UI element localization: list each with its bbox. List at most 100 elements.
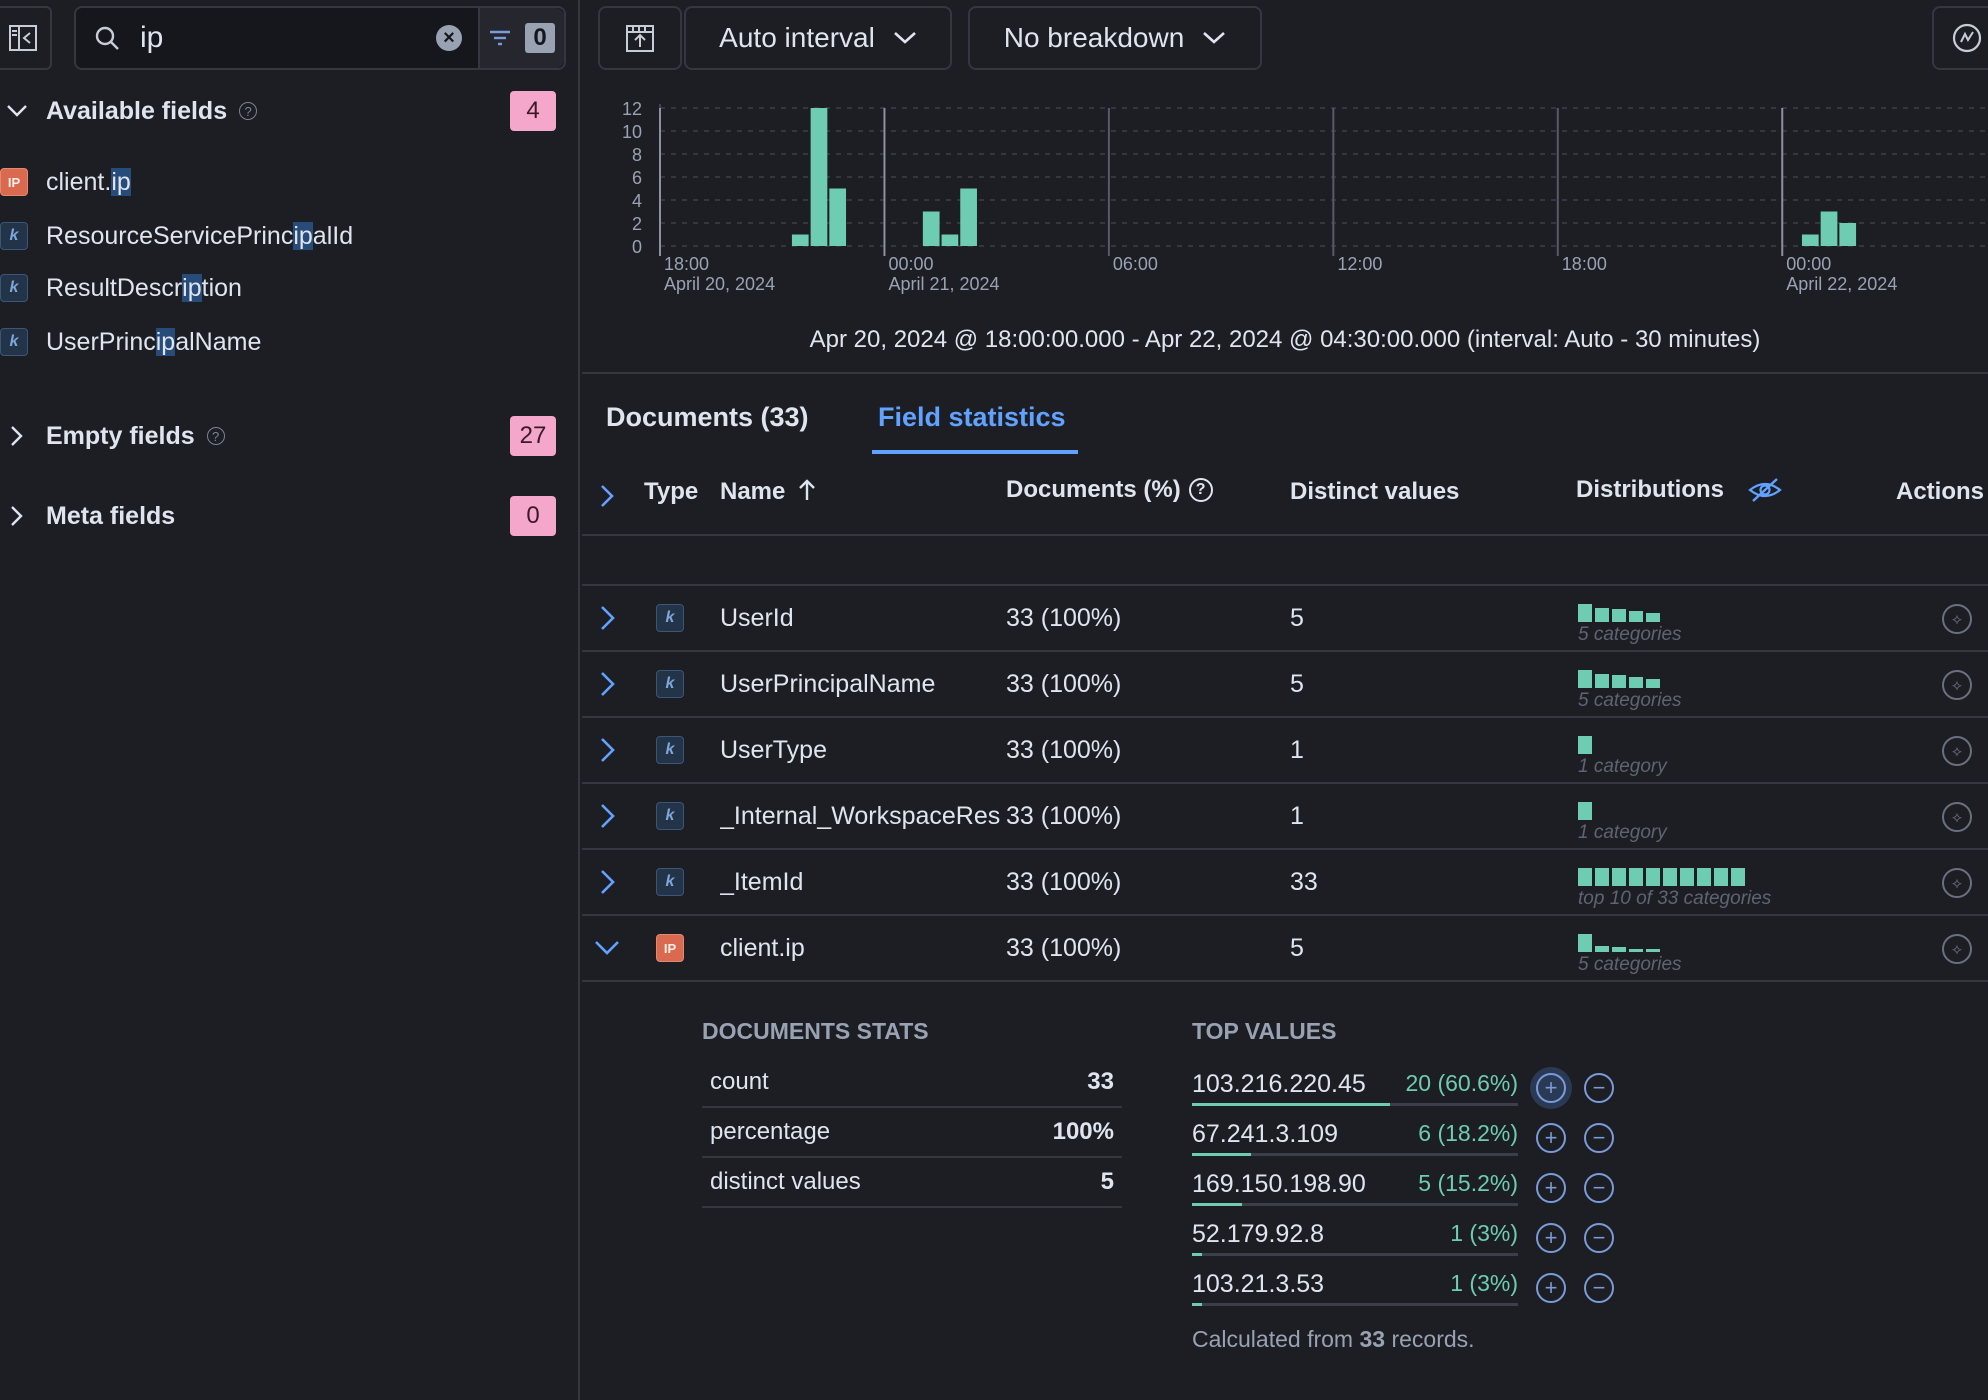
- field-item[interactable]: k UserPrincipalName: [0, 320, 261, 364]
- x-tick-label: 06:00: [1113, 254, 1158, 274]
- top-value: 103.216.220.45: [1192, 1070, 1366, 1098]
- tab-field-statistics[interactable]: Field statistics: [878, 402, 1066, 433]
- distinct-values: 33: [1290, 867, 1318, 896]
- ai-assistant-icon[interactable]: ⟡: [1942, 868, 1972, 898]
- collapse-sidebar-button[interactable]: [0, 6, 52, 70]
- help-icon[interactable]: ?: [206, 427, 225, 445]
- collapse-sidebar-icon: [8, 23, 38, 53]
- stat-label: distinct values: [710, 1168, 861, 1195]
- histogram-bar: [1801, 234, 1819, 246]
- ai-assistant-icon[interactable]: ⟡: [1942, 670, 1972, 700]
- chevron-down-icon: [893, 31, 917, 45]
- keyword-type-icon: k: [656, 802, 684, 830]
- clear-search-icon[interactable]: ×: [436, 25, 462, 51]
- chart-options-button[interactable]: [598, 6, 682, 70]
- expand-row-icon[interactable]: [600, 784, 616, 848]
- field-name: UserId: [720, 603, 794, 632]
- help-icon[interactable]: ?: [239, 102, 258, 120]
- ai-assistant-icon[interactable]: ⟡: [1942, 736, 1972, 766]
- table-row[interactable]: k _ItemId 33 (100%) 33 top 10 of 33 categori…: [582, 850, 1988, 916]
- breakdown-select[interactable]: No breakdown: [968, 6, 1262, 70]
- histogram-bar: [941, 234, 959, 246]
- col-header-distinct-values[interactable]: Distinct values: [1290, 478, 1459, 506]
- y-tick-label: 2: [632, 214, 642, 234]
- y-tick-label: 6: [632, 168, 642, 188]
- documents-count: 33 (100%): [1006, 603, 1122, 632]
- top-value-row: 52.179.92.8 1 (3%): [1192, 1212, 1518, 1262]
- filter-count-badge: 0: [525, 23, 555, 53]
- y-tick-label: 12: [622, 99, 642, 119]
- expand-row-icon[interactable]: [600, 652, 616, 716]
- filter-out-value-icon[interactable]: −: [1584, 1173, 1614, 1203]
- filter-icon: [489, 29, 511, 47]
- documents-count: 33 (100%): [1006, 735, 1122, 764]
- table-row[interactable]: k UserType 33 (100%) 1 1 category ⟡: [582, 718, 1988, 784]
- filter-for-value-icon[interactable]: +: [1536, 1073, 1566, 1103]
- calculated-note: Calculated from 33 records.: [1192, 1326, 1475, 1352]
- filter-for-value-icon[interactable]: +: [1536, 1273, 1566, 1303]
- expand-row-icon[interactable]: [600, 718, 616, 782]
- field-item[interactable]: IP client.ip: [0, 160, 131, 204]
- top-value-count: 1 (3%): [1450, 1270, 1518, 1296]
- top-value-track: [1192, 1303, 1518, 1306]
- keyword-type-icon: k: [656, 670, 684, 698]
- col-header-name[interactable]: Name: [720, 478, 817, 506]
- field-name: client.ip: [720, 933, 805, 962]
- collapse-row-icon[interactable]: [594, 916, 620, 980]
- col-header-type[interactable]: Type: [644, 478, 698, 506]
- distribution-label: 1 category: [1578, 822, 1667, 843]
- ai-assistant-button[interactable]: [1932, 6, 1988, 70]
- divider: [582, 372, 1988, 374]
- filter-for-value-icon[interactable]: +: [1536, 1173, 1566, 1203]
- table-row[interactable]: k _Internal_WorkspaceRes 33 (100%) 1 1 categ…: [582, 784, 1988, 850]
- field-item[interactable]: k ResourceServicePrincipalId: [0, 214, 353, 258]
- filter-for-value-icon[interactable]: +: [1536, 1223, 1566, 1253]
- distribution-bars: [1578, 602, 1660, 622]
- expand-all-chevron-icon[interactable]: [600, 484, 614, 508]
- tab-documents[interactable]: Documents (33): [606, 402, 809, 433]
- filter-out-value-icon[interactable]: −: [1584, 1273, 1614, 1303]
- help-icon[interactable]: ?: [1188, 478, 1213, 502]
- keyword-type-icon: k: [0, 328, 28, 356]
- empty-fields-section[interactable]: Empty fields ? 27: [0, 411, 566, 461]
- expand-row-icon[interactable]: [600, 850, 616, 914]
- filter-out-value-icon[interactable]: −: [1584, 1223, 1614, 1253]
- filter-for-value-icon[interactable]: +: [1536, 1123, 1566, 1153]
- col-header-documents[interactable]: Documents (%)?: [1006, 476, 1213, 504]
- histogram-bar: [922, 211, 940, 246]
- table-row[interactable]: k UserPrincipalName 33 (100%) 5 5 categories…: [582, 652, 1988, 718]
- top-value-count: 1 (3%): [1450, 1220, 1518, 1246]
- field-search[interactable]: ip × 0: [74, 6, 566, 70]
- ai-assistant-icon[interactable]: ⟡: [1942, 802, 1972, 832]
- field-list-panel: ip × 0 Available fields ? 4 IP client.ip…: [0, 0, 580, 1400]
- distribution-bar: [1595, 946, 1609, 952]
- field-name: client.ip: [46, 167, 131, 196]
- filter-out-value-icon[interactable]: −: [1584, 1123, 1614, 1153]
- eye-closed-icon[interactable]: [1748, 476, 1782, 504]
- distribution-label: 1 category: [1578, 756, 1667, 777]
- filter-out-value-icon[interactable]: −: [1584, 1073, 1614, 1103]
- y-tick-label: 8: [632, 145, 642, 165]
- search-input[interactable]: ip: [140, 21, 436, 55]
- distinct-values: 1: [1290, 801, 1304, 830]
- breakdown-label: No breakdown: [1003, 22, 1185, 53]
- histogram-bar: [960, 188, 977, 246]
- top-value-bar: [1192, 1203, 1242, 1206]
- field-name: UserPrincipalName: [720, 669, 936, 698]
- table-row[interactable]: k UserId 33 (100%) 5 5 categories ⟡: [582, 586, 1988, 652]
- top-value: 67.241.3.109: [1192, 1120, 1338, 1148]
- table-row[interactable]: IP client.ip 33 (100%) 5 5 categories ⟡: [582, 916, 1988, 982]
- field-item[interactable]: k ResultDescription: [0, 266, 242, 310]
- top-value-count: 6 (18.2%): [1418, 1120, 1518, 1146]
- available-fields-section[interactable]: Available fields ? 4: [0, 86, 566, 136]
- field-type-filter-button[interactable]: 0: [478, 8, 564, 68]
- ai-assistant-icon[interactable]: ⟡: [1942, 934, 1972, 964]
- chevron-right-icon: [0, 505, 34, 527]
- top-value-count: 20 (60.6%): [1405, 1070, 1518, 1096]
- interval-select[interactable]: Auto interval: [684, 6, 952, 70]
- keyword-type-icon: k: [656, 604, 684, 632]
- meta-fields-section[interactable]: Meta fields 0: [0, 491, 566, 541]
- ai-assistant-icon[interactable]: ⟡: [1942, 604, 1972, 634]
- expand-row-icon[interactable]: [600, 586, 616, 650]
- col-header-distributions: Distributions: [1576, 476, 1782, 504]
